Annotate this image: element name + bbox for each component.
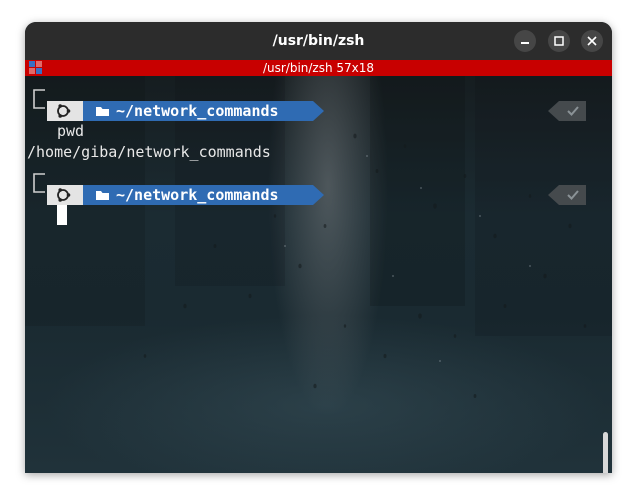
- command-line: pwd: [57, 122, 85, 140]
- segment-arrow-end: [313, 185, 324, 205]
- status-arrow: [548, 185, 559, 205]
- status-segment: [559, 185, 586, 205]
- directory-segment: ~/network_commands: [83, 101, 313, 121]
- check-icon: [567, 106, 579, 116]
- text-cursor: [57, 205, 67, 225]
- close-icon: [587, 36, 597, 46]
- os-segment: [47, 101, 83, 121]
- terminal-header-title: /usr/bin/zsh 57x18: [262, 61, 375, 75]
- minimize-button[interactable]: [514, 30, 536, 52]
- maximize-icon: [554, 36, 564, 46]
- title-bar[interactable]: /usr/bin/zsh: [25, 22, 612, 60]
- close-button[interactable]: [581, 30, 603, 52]
- ubuntu-icon: [57, 188, 71, 202]
- terminal-header-bar[interactable]: /usr/bin/zsh 57x18: [25, 60, 612, 76]
- check-icon: [567, 190, 579, 200]
- terminal-body[interactable]: ~/network_commands pwd /home/giba/networ…: [25, 76, 612, 473]
- status-segment: [559, 101, 586, 121]
- segment-arrow-end: [313, 101, 324, 121]
- os-segment: [47, 185, 83, 205]
- folder-icon: [96, 107, 109, 116]
- ubuntu-icon: [57, 104, 71, 118]
- maximize-button[interactable]: [548, 30, 570, 52]
- command-output: /home/giba/network_commands: [27, 143, 271, 161]
- directory-path: ~/network_commands: [116, 102, 279, 120]
- status-arrow: [548, 101, 559, 121]
- terminal-window: /usr/bin/zsh /usr/bin/zsh 57x18 ~/networ…: [25, 22, 612, 473]
- directory-segment: ~/network_commands: [83, 185, 313, 205]
- scrollbar[interactable]: [603, 432, 608, 473]
- minimize-icon: [521, 42, 529, 44]
- directory-path: ~/network_commands: [116, 186, 279, 204]
- folder-icon: [96, 191, 109, 200]
